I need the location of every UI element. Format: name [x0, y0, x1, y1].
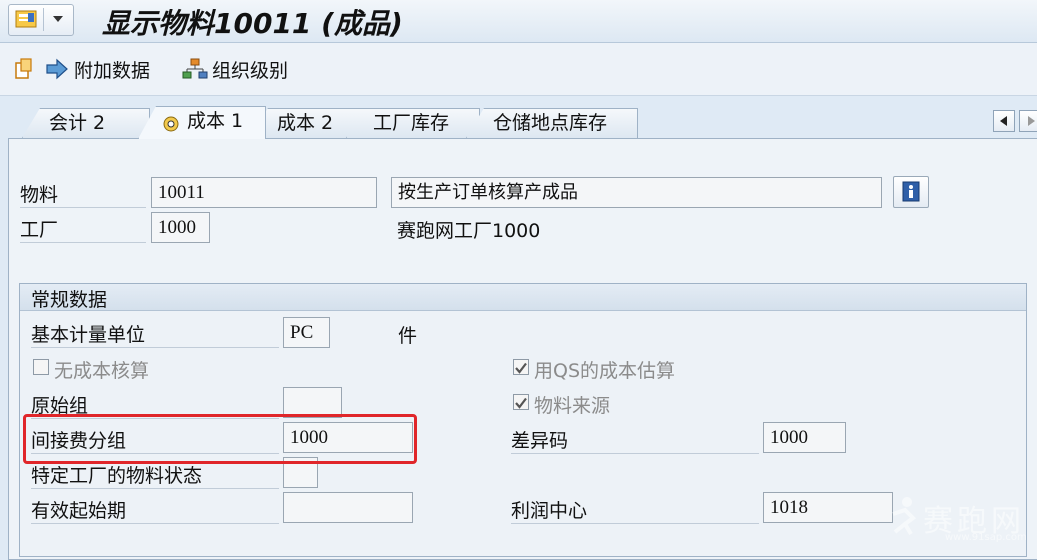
qs-cost-checkbox[interactable] — [513, 359, 529, 375]
tab-label: 仓储地点库存 — [493, 112, 608, 134]
valid-from-field[interactable] — [283, 492, 413, 523]
menu-button[interactable] — [8, 4, 74, 36]
watermark: 赛跑网 www.91sap.com — [885, 494, 1035, 552]
copy-document-icon — [15, 58, 32, 79]
plant-field[interactable]: 1000 — [151, 212, 210, 243]
tab-label: 成本 1 — [187, 110, 244, 132]
profit-center-label: 利润中心 — [511, 496, 759, 524]
tab-label: 会计 2 — [49, 112, 106, 134]
material-origin-label: 物料来源 — [534, 395, 611, 417]
chevron-right-icon — [1028, 116, 1035, 126]
chevron-down-icon — [53, 16, 63, 22]
tab-label: 成本 2 — [277, 112, 334, 134]
base-uom-text: 件 — [398, 325, 418, 347]
plant-status-label: 特定工厂的物料状态 — [31, 461, 279, 489]
tab-plant-stock[interactable]: 工厂库存 — [346, 108, 480, 138]
section-title: 常规数据 — [31, 289, 108, 311]
tab-accounting-2[interactable]: 会计 2 — [22, 108, 150, 138]
profit-center-field[interactable]: 1018 — [763, 492, 893, 523]
watermark-url: www.91sap.com — [945, 532, 1027, 543]
no-costing-checkbox[interactable] — [33, 359, 49, 375]
additional-data-label: 附加数据 — [74, 59, 151, 82]
org-levels-button[interactable]: 组织级别 — [182, 55, 288, 83]
tab-label: 工厂库存 — [373, 112, 450, 134]
info-icon — [902, 181, 920, 202]
menu-icon — [15, 10, 37, 28]
tab-storage-location-stock[interactable]: 仓储地点库存 — [466, 108, 638, 138]
tab-scroll-left-button[interactable] — [993, 110, 1015, 132]
plant-description: 赛跑网工厂1000 — [397, 220, 541, 242]
material-description-field[interactable]: 按生产订单核算产成品 — [391, 177, 882, 208]
chevron-left-icon — [1000, 116, 1007, 126]
tab-scroll-right-button[interactable] — [1019, 110, 1037, 132]
checkmark-icon — [515, 362, 527, 374]
checkmark-icon — [515, 397, 527, 409]
no-costing-label: 无成本核算 — [54, 360, 150, 382]
material-origin-checkbox[interactable] — [513, 394, 529, 410]
material-label: 物料 — [20, 180, 146, 208]
additional-data-button[interactable]: 附加数据 — [14, 55, 150, 83]
base-uom-label: 基本计量单位 — [31, 320, 279, 348]
base-uom-field[interactable]: PC — [283, 317, 330, 348]
highlight-box — [23, 414, 417, 464]
page-title: 显示物料10011 (成品) — [102, 7, 403, 40]
title-bar: 显示物料10011 (成品) — [0, 0, 1037, 43]
org-levels-label: 组织级别 — [212, 59, 289, 82]
variance-key-field[interactable]: 1000 — [763, 422, 846, 453]
tab-strip: 会计 2 成本 1 成本 2 工厂库存 仓储地点库存 — [0, 100, 1037, 139]
variance-key-label: 差异码 — [511, 426, 759, 454]
tab-costing-1[interactable]: 成本 1 — [138, 106, 266, 139]
application-toolbar: 附加数据 组织级别 — [0, 43, 1037, 96]
qs-cost-label: 用QS的成本估算 — [534, 360, 676, 382]
arrow-right-icon — [46, 58, 68, 80]
general-data-header — [20, 284, 1026, 311]
org-structure-icon — [182, 58, 208, 79]
active-tab-icon — [163, 116, 179, 132]
info-button[interactable] — [893, 176, 929, 208]
runner-logo-icon — [892, 497, 917, 536]
plant-label: 工厂 — [20, 215, 146, 243]
valid-from-label: 有效起始期 — [31, 496, 279, 524]
material-field[interactable]: 10011 — [151, 177, 377, 208]
